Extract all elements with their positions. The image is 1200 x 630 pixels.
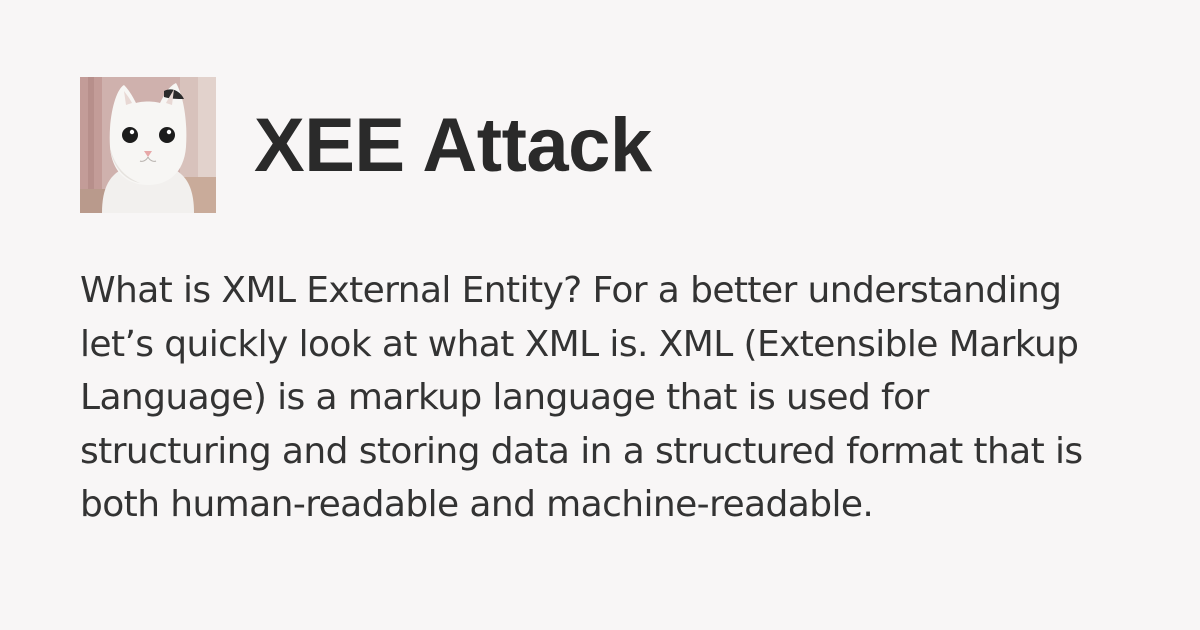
cat-photo-icon [80,77,216,213]
post-description: What is XML External Entity? For a bette… [80,270,1083,525]
social-preview-card: XEE Attack What is XML External Entity? … [0,0,1200,630]
author-avatar [80,77,216,213]
post-title: XEE Attack [254,103,652,188]
